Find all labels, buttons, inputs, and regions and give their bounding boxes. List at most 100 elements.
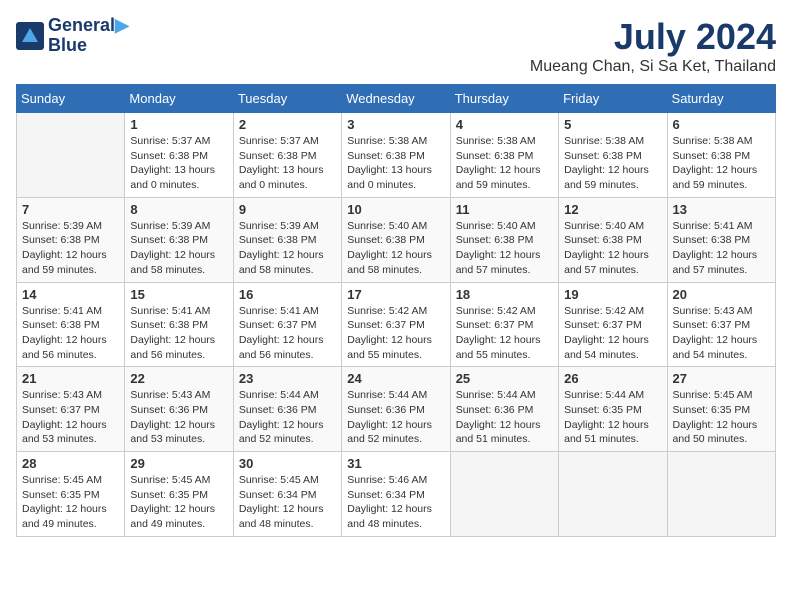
title-block: July 2024 Mueang Chan, Si Sa Ket, Thaila… bbox=[530, 16, 776, 76]
day-number: 5 bbox=[564, 117, 661, 132]
day-info: Sunrise: 5:38 AM Sunset: 6:38 PM Dayligh… bbox=[564, 134, 661, 193]
calendar-cell: 14 Sunrise: 5:41 AM Sunset: 6:38 PM Dayli… bbox=[17, 282, 125, 367]
day-number: 20 bbox=[673, 287, 770, 302]
calendar-week-row: 21 Sunrise: 5:43 AM Sunset: 6:37 PM Dayli… bbox=[17, 367, 776, 452]
calendar-cell: 26Sunrise: 5:44 AM Sunset: 6:35 PM Dayli… bbox=[559, 367, 667, 452]
day-info: Sunrise: 5:41 AM Sunset: 6:38 PM Dayligh… bbox=[673, 219, 770, 278]
calendar-cell: 17Sunrise: 5:42 AM Sunset: 6:37 PM Dayli… bbox=[342, 282, 450, 367]
calendar-cell: 31 Sunrise: 5:46 AM Sunset: 6:34 PM Dayli… bbox=[342, 452, 450, 537]
day-info: Sunrise: 5:38 AM Sunset: 6:38 PM Dayligh… bbox=[456, 134, 553, 193]
day-info: Sunrise: 5:45 AM Sunset: 6:34 PM Dayligh… bbox=[239, 473, 336, 532]
day-number: 3 bbox=[347, 117, 444, 132]
calendar-cell: 1Sunrise: 5:37 AM Sunset: 6:38 PM Daylig… bbox=[125, 113, 233, 198]
day-number: 19 bbox=[564, 287, 661, 302]
calendar-week-row: 28Sunrise: 5:45 AM Sunset: 6:35 PM Dayli… bbox=[17, 452, 776, 537]
day-info: Sunrise: 5:39 AM Sunset: 6:38 PM Dayligh… bbox=[22, 219, 119, 278]
location-subtitle: Mueang Chan, Si Sa Ket, Thailand bbox=[530, 58, 776, 76]
calendar-cell: 2Sunrise: 5:37 AM Sunset: 6:38 PM Daylig… bbox=[233, 113, 341, 198]
calendar-cell: 28Sunrise: 5:45 AM Sunset: 6:35 PM Dayli… bbox=[17, 452, 125, 537]
calendar-cell: 12Sunrise: 5:40 AM Sunset: 6:38 PM Dayli… bbox=[559, 197, 667, 282]
day-number: 7 bbox=[22, 202, 119, 217]
calendar-cell: 22Sunrise: 5:43 AM Sunset: 6:36 PM Dayli… bbox=[125, 367, 233, 452]
day-info: Sunrise: 5:39 AM Sunset: 6:38 PM Dayligh… bbox=[130, 219, 227, 278]
day-number: 8 bbox=[130, 202, 227, 217]
col-header-saturday: Saturday bbox=[667, 85, 775, 113]
day-info: Sunrise: 5:40 AM Sunset: 6:38 PM Dayligh… bbox=[456, 219, 553, 278]
day-number: 28 bbox=[22, 456, 119, 471]
calendar-cell: 23 Sunrise: 5:44 AM Sunset: 6:36 PM Dayli… bbox=[233, 367, 341, 452]
calendar-cell: 3 Sunrise: 5:38 AM Sunset: 6:38 PM Daylig… bbox=[342, 113, 450, 198]
day-info: Sunrise: 5:39 AM Sunset: 6:38 PM Dayligh… bbox=[239, 219, 336, 278]
day-number: 11 bbox=[456, 202, 553, 217]
day-info: Sunrise: 5:43 AM Sunset: 6:37 PM Dayligh… bbox=[673, 304, 770, 363]
logo: General▶ Blue bbox=[16, 16, 129, 56]
calendar-cell: 4Sunrise: 5:38 AM Sunset: 6:38 PM Daylig… bbox=[450, 113, 558, 198]
day-number: 21 bbox=[22, 371, 119, 386]
calendar-cell: 8 Sunrise: 5:39 AM Sunset: 6:38 PM Daylig… bbox=[125, 197, 233, 282]
calendar-cell: 25 Sunrise: 5:44 AM Sunset: 6:36 PM Dayli… bbox=[450, 367, 558, 452]
col-header-monday: Monday bbox=[125, 85, 233, 113]
calendar-cell: 5 Sunrise: 5:38 AM Sunset: 6:38 PM Daylig… bbox=[559, 113, 667, 198]
day-number: 29 bbox=[130, 456, 227, 471]
day-info: Sunrise: 5:44 AM Sunset: 6:35 PM Dayligh… bbox=[564, 388, 661, 447]
day-number: 13 bbox=[673, 202, 770, 217]
day-number: 17 bbox=[347, 287, 444, 302]
day-number: 27 bbox=[673, 371, 770, 386]
day-number: 25 bbox=[456, 371, 553, 386]
day-number: 24 bbox=[347, 371, 444, 386]
calendar-cell: 30 Sunrise: 5:45 AM Sunset: 6:34 PM Dayli… bbox=[233, 452, 341, 537]
day-number: 30 bbox=[239, 456, 336, 471]
calendar-cell: 20 Sunrise: 5:43 AM Sunset: 6:37 PM Dayli… bbox=[667, 282, 775, 367]
day-info: Sunrise: 5:42 AM Sunset: 6:37 PM Dayligh… bbox=[456, 304, 553, 363]
col-header-friday: Friday bbox=[559, 85, 667, 113]
day-info: Sunrise: 5:44 AM Sunset: 6:36 PM Dayligh… bbox=[239, 388, 336, 447]
day-info: Sunrise: 5:37 AM Sunset: 6:38 PM Dayligh… bbox=[130, 134, 227, 193]
calendar-cell bbox=[450, 452, 558, 537]
col-header-thursday: Thursday bbox=[450, 85, 558, 113]
day-number: 18 bbox=[456, 287, 553, 302]
calendar-header-row: SundayMondayTuesdayWednesdayThursdayFrid… bbox=[17, 85, 776, 113]
calendar-cell: 11 Sunrise: 5:40 AM Sunset: 6:38 PM Dayli… bbox=[450, 197, 558, 282]
calendar-cell: 7 Sunrise: 5:39 AM Sunset: 6:38 PM Daylig… bbox=[17, 197, 125, 282]
day-info: Sunrise: 5:46 AM Sunset: 6:34 PM Dayligh… bbox=[347, 473, 444, 532]
page-header: General▶ Blue July 2024 Mueang Chan, Si … bbox=[16, 16, 776, 76]
day-number: 31 bbox=[347, 456, 444, 471]
col-header-tuesday: Tuesday bbox=[233, 85, 341, 113]
month-title: July 2024 bbox=[530, 16, 776, 58]
day-info: Sunrise: 5:43 AM Sunset: 6:37 PM Dayligh… bbox=[22, 388, 119, 447]
day-info: Sunrise: 5:38 AM Sunset: 6:38 PM Dayligh… bbox=[347, 134, 444, 193]
calendar-cell bbox=[559, 452, 667, 537]
col-header-wednesday: Wednesday bbox=[342, 85, 450, 113]
calendar-cell: 29Sunrise: 5:45 AM Sunset: 6:35 PM Dayli… bbox=[125, 452, 233, 537]
calendar-cell: 24Sunrise: 5:44 AM Sunset: 6:36 PM Dayli… bbox=[342, 367, 450, 452]
calendar-cell bbox=[667, 452, 775, 537]
day-info: Sunrise: 5:44 AM Sunset: 6:36 PM Dayligh… bbox=[456, 388, 553, 447]
calendar-cell: 21 Sunrise: 5:43 AM Sunset: 6:37 PM Dayli… bbox=[17, 367, 125, 452]
calendar-table: SundayMondayTuesdayWednesdayThursdayFrid… bbox=[16, 84, 776, 537]
calendar-cell: 18 Sunrise: 5:42 AM Sunset: 6:37 PM Dayli… bbox=[450, 282, 558, 367]
calendar-cell bbox=[17, 113, 125, 198]
logo-text: General▶ Blue bbox=[48, 16, 129, 56]
calendar-cell: 27 Sunrise: 5:45 AM Sunset: 6:35 PM Dayli… bbox=[667, 367, 775, 452]
day-number: 15 bbox=[130, 287, 227, 302]
day-info: Sunrise: 5:42 AM Sunset: 6:37 PM Dayligh… bbox=[564, 304, 661, 363]
day-number: 6 bbox=[673, 117, 770, 132]
day-info: Sunrise: 5:41 AM Sunset: 6:37 PM Dayligh… bbox=[239, 304, 336, 363]
calendar-cell: 19 Sunrise: 5:42 AM Sunset: 6:37 PM Dayli… bbox=[559, 282, 667, 367]
day-number: 23 bbox=[239, 371, 336, 386]
day-number: 14 bbox=[22, 287, 119, 302]
day-number: 2 bbox=[239, 117, 336, 132]
day-number: 9 bbox=[239, 202, 336, 217]
col-header-sunday: Sunday bbox=[17, 85, 125, 113]
calendar-cell: 9 Sunrise: 5:39 AM Sunset: 6:38 PM Daylig… bbox=[233, 197, 341, 282]
day-info: Sunrise: 5:41 AM Sunset: 6:38 PM Dayligh… bbox=[130, 304, 227, 363]
day-info: Sunrise: 5:43 AM Sunset: 6:36 PM Dayligh… bbox=[130, 388, 227, 447]
day-info: Sunrise: 5:41 AM Sunset: 6:38 PM Dayligh… bbox=[22, 304, 119, 363]
day-info: Sunrise: 5:40 AM Sunset: 6:38 PM Dayligh… bbox=[347, 219, 444, 278]
calendar-week-row: 1Sunrise: 5:37 AM Sunset: 6:38 PM Daylig… bbox=[17, 113, 776, 198]
logo-icon bbox=[16, 22, 44, 50]
calendar-cell: 15 Sunrise: 5:41 AM Sunset: 6:38 PM Dayli… bbox=[125, 282, 233, 367]
calendar-week-row: 7 Sunrise: 5:39 AM Sunset: 6:38 PM Daylig… bbox=[17, 197, 776, 282]
day-info: Sunrise: 5:45 AM Sunset: 6:35 PM Dayligh… bbox=[673, 388, 770, 447]
day-number: 16 bbox=[239, 287, 336, 302]
